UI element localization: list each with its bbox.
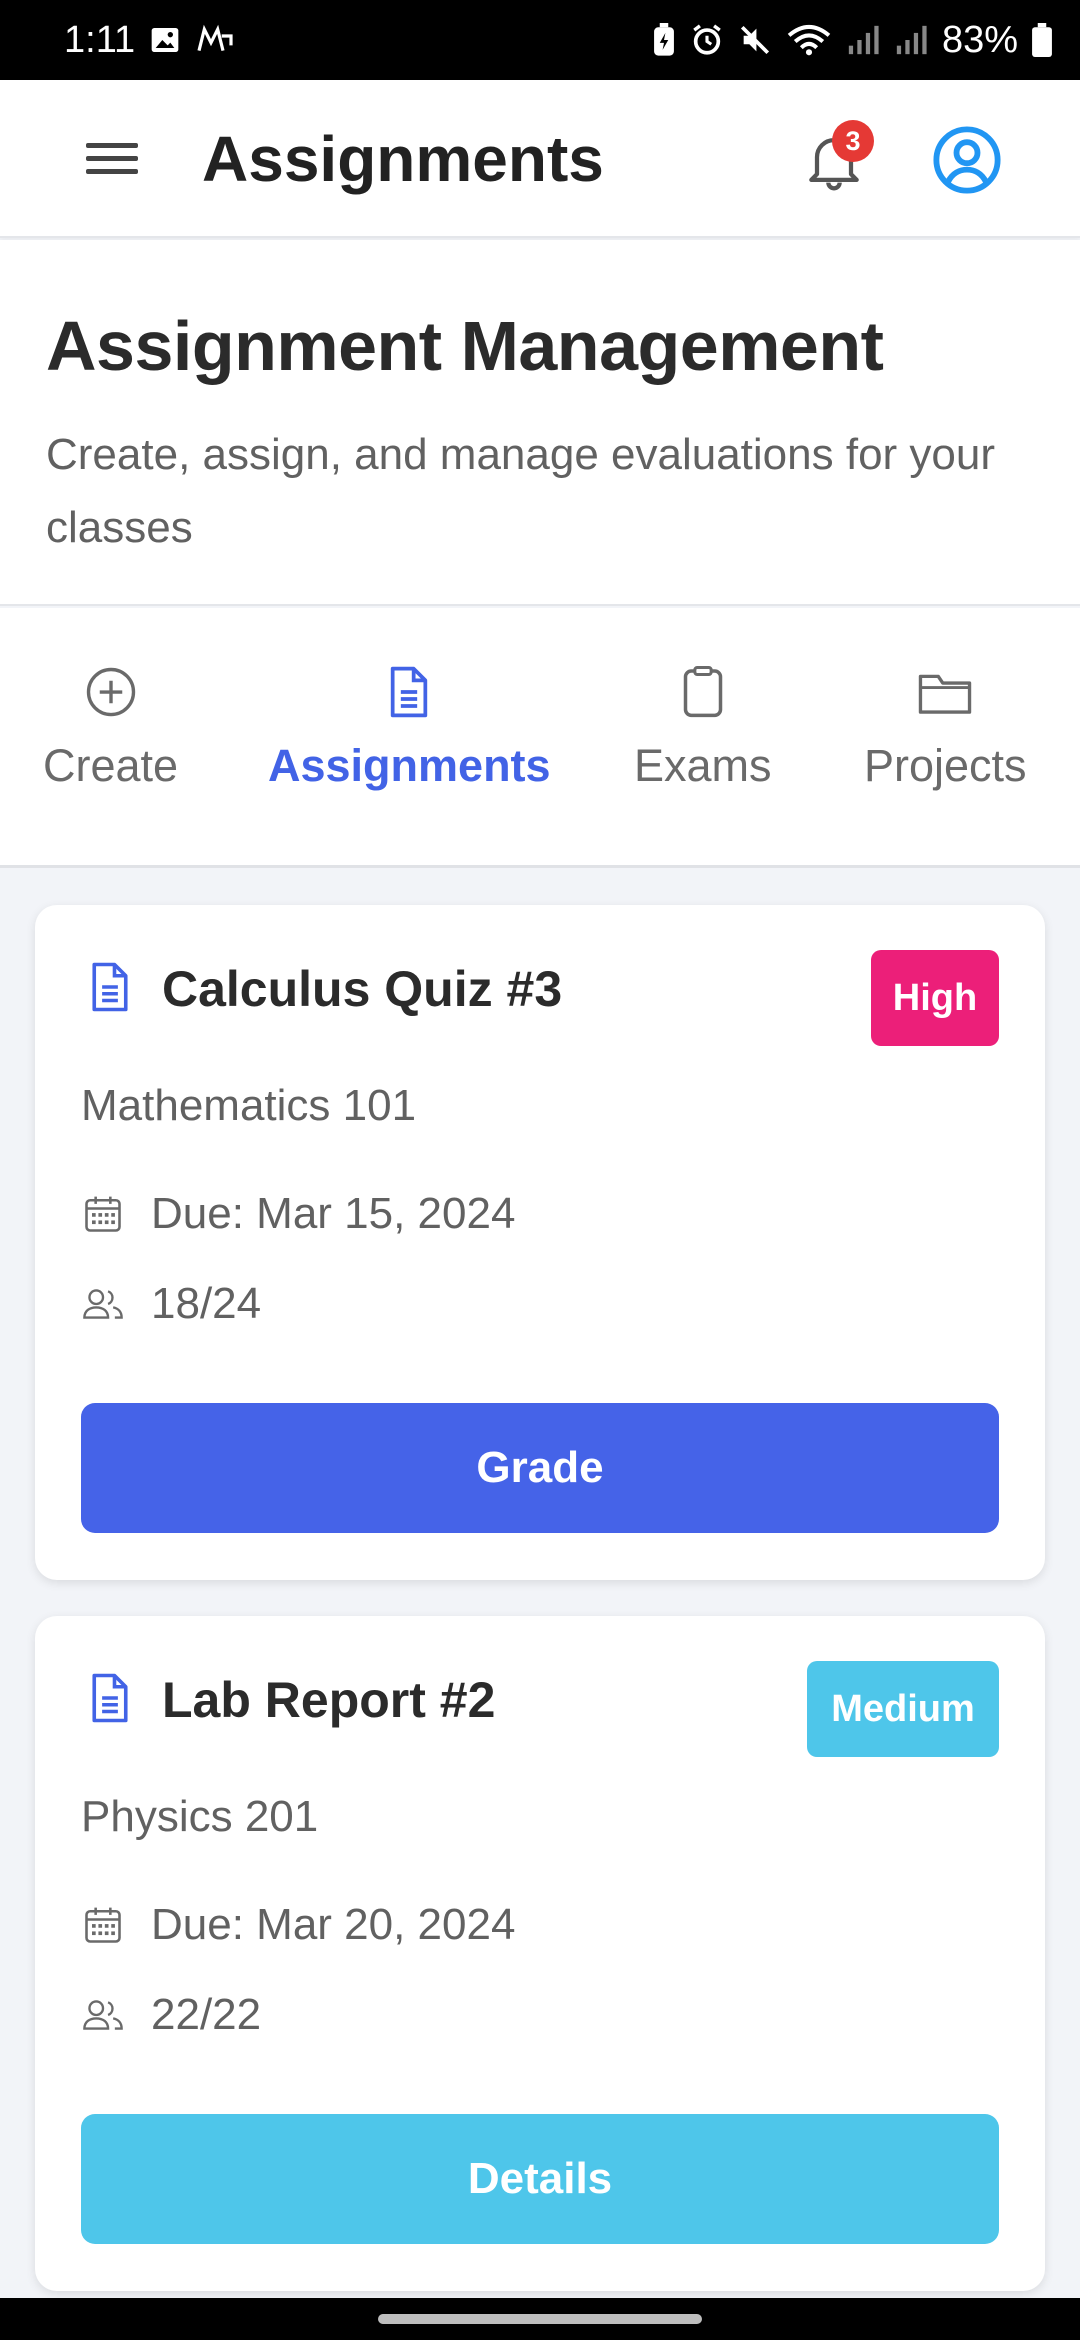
mute-icon (738, 23, 772, 57)
document-icon (87, 1671, 133, 1730)
status-time: 1:11 (64, 18, 136, 61)
assignment-title: Lab Report #2 (162, 1672, 496, 1728)
users-icon (81, 1995, 129, 2035)
calendar-icon (81, 1192, 129, 1236)
details-button[interactable]: Details (81, 2114, 999, 2244)
grade-button[interactable]: Grade (81, 1403, 999, 1533)
page-header: Assignment Management Create, assign, an… (0, 240, 1080, 606)
page-subtitle: Create, assign, and manage evaluations f… (46, 430, 996, 552)
battery-percentage: 83% (941, 18, 1018, 61)
assignment-title: Calculus Quiz #3 (162, 961, 563, 1017)
page-title: Assignment Management (46, 307, 884, 385)
assignment-subject: Mathematics 101 (81, 1081, 417, 1130)
status-bar: 1:11 83% (0, 0, 1080, 80)
plus-circle-icon (84, 662, 138, 722)
battery-saver-icon (652, 23, 676, 57)
notification-badge: 3 (832, 120, 874, 162)
wifi-icon (786, 23, 832, 57)
due-date: Due: Mar 20, 2024 (151, 1900, 516, 1949)
priority-badge: High (871, 950, 999, 1046)
alarm-icon (690, 23, 724, 57)
priority-badge: Medium (807, 1661, 999, 1757)
tab-assignments[interactable]: Assignments (268, 662, 551, 792)
document-icon (384, 662, 434, 722)
submissions-row: 18/24 (81, 1279, 261, 1329)
tab-exams[interactable]: Exams (634, 662, 772, 792)
tab-label: Projects (864, 740, 1027, 791)
profile-icon[interactable] (932, 125, 1002, 195)
submissions-row: 22/22 (81, 1990, 261, 2040)
home-gesture-handle[interactable] (378, 2314, 702, 2324)
folder-icon (916, 662, 974, 722)
tab-create[interactable]: Create (43, 662, 178, 792)
menu-icon[interactable] (82, 132, 142, 186)
signal-icon (894, 23, 928, 57)
assignment-subject: Physics 201 (81, 1792, 319, 1841)
document-icon (87, 960, 133, 1019)
tab-label: Create (43, 740, 179, 791)
users-icon (81, 1284, 129, 1324)
cloud-sync-icon (195, 24, 235, 56)
submission-count: 18/24 (151, 1279, 262, 1328)
due-date-row: Due: Mar 20, 2024 (81, 1900, 515, 1950)
tab-bar: Create Assignments Exams Projects (0, 608, 1080, 868)
due-date-row: Due: Mar 15, 2024 (81, 1189, 515, 1239)
tab-label: Exams (634, 740, 772, 791)
clipboard-icon (679, 662, 727, 722)
assignment-card[interactable]: Calculus Quiz #3 High Mathematics 101 Du… (35, 905, 1045, 1580)
system-navigation-bar (0, 2298, 1080, 2340)
submission-count: 22/22 (151, 1990, 262, 2039)
due-date: Due: Mar 15, 2024 (151, 1189, 516, 1238)
tab-projects[interactable]: Projects (864, 662, 1027, 792)
battery-icon (1032, 23, 1052, 57)
calendar-icon (81, 1903, 129, 1947)
assignment-card[interactable]: Lab Report #2 Medium Physics 201 Due: Ma… (35, 1616, 1045, 2291)
image-icon (149, 24, 181, 56)
app-title: Assignments (202, 123, 604, 195)
tab-label: Assignments (268, 740, 551, 791)
app-bar: Assignments 3 (0, 80, 1080, 238)
signal-icon (846, 23, 880, 57)
